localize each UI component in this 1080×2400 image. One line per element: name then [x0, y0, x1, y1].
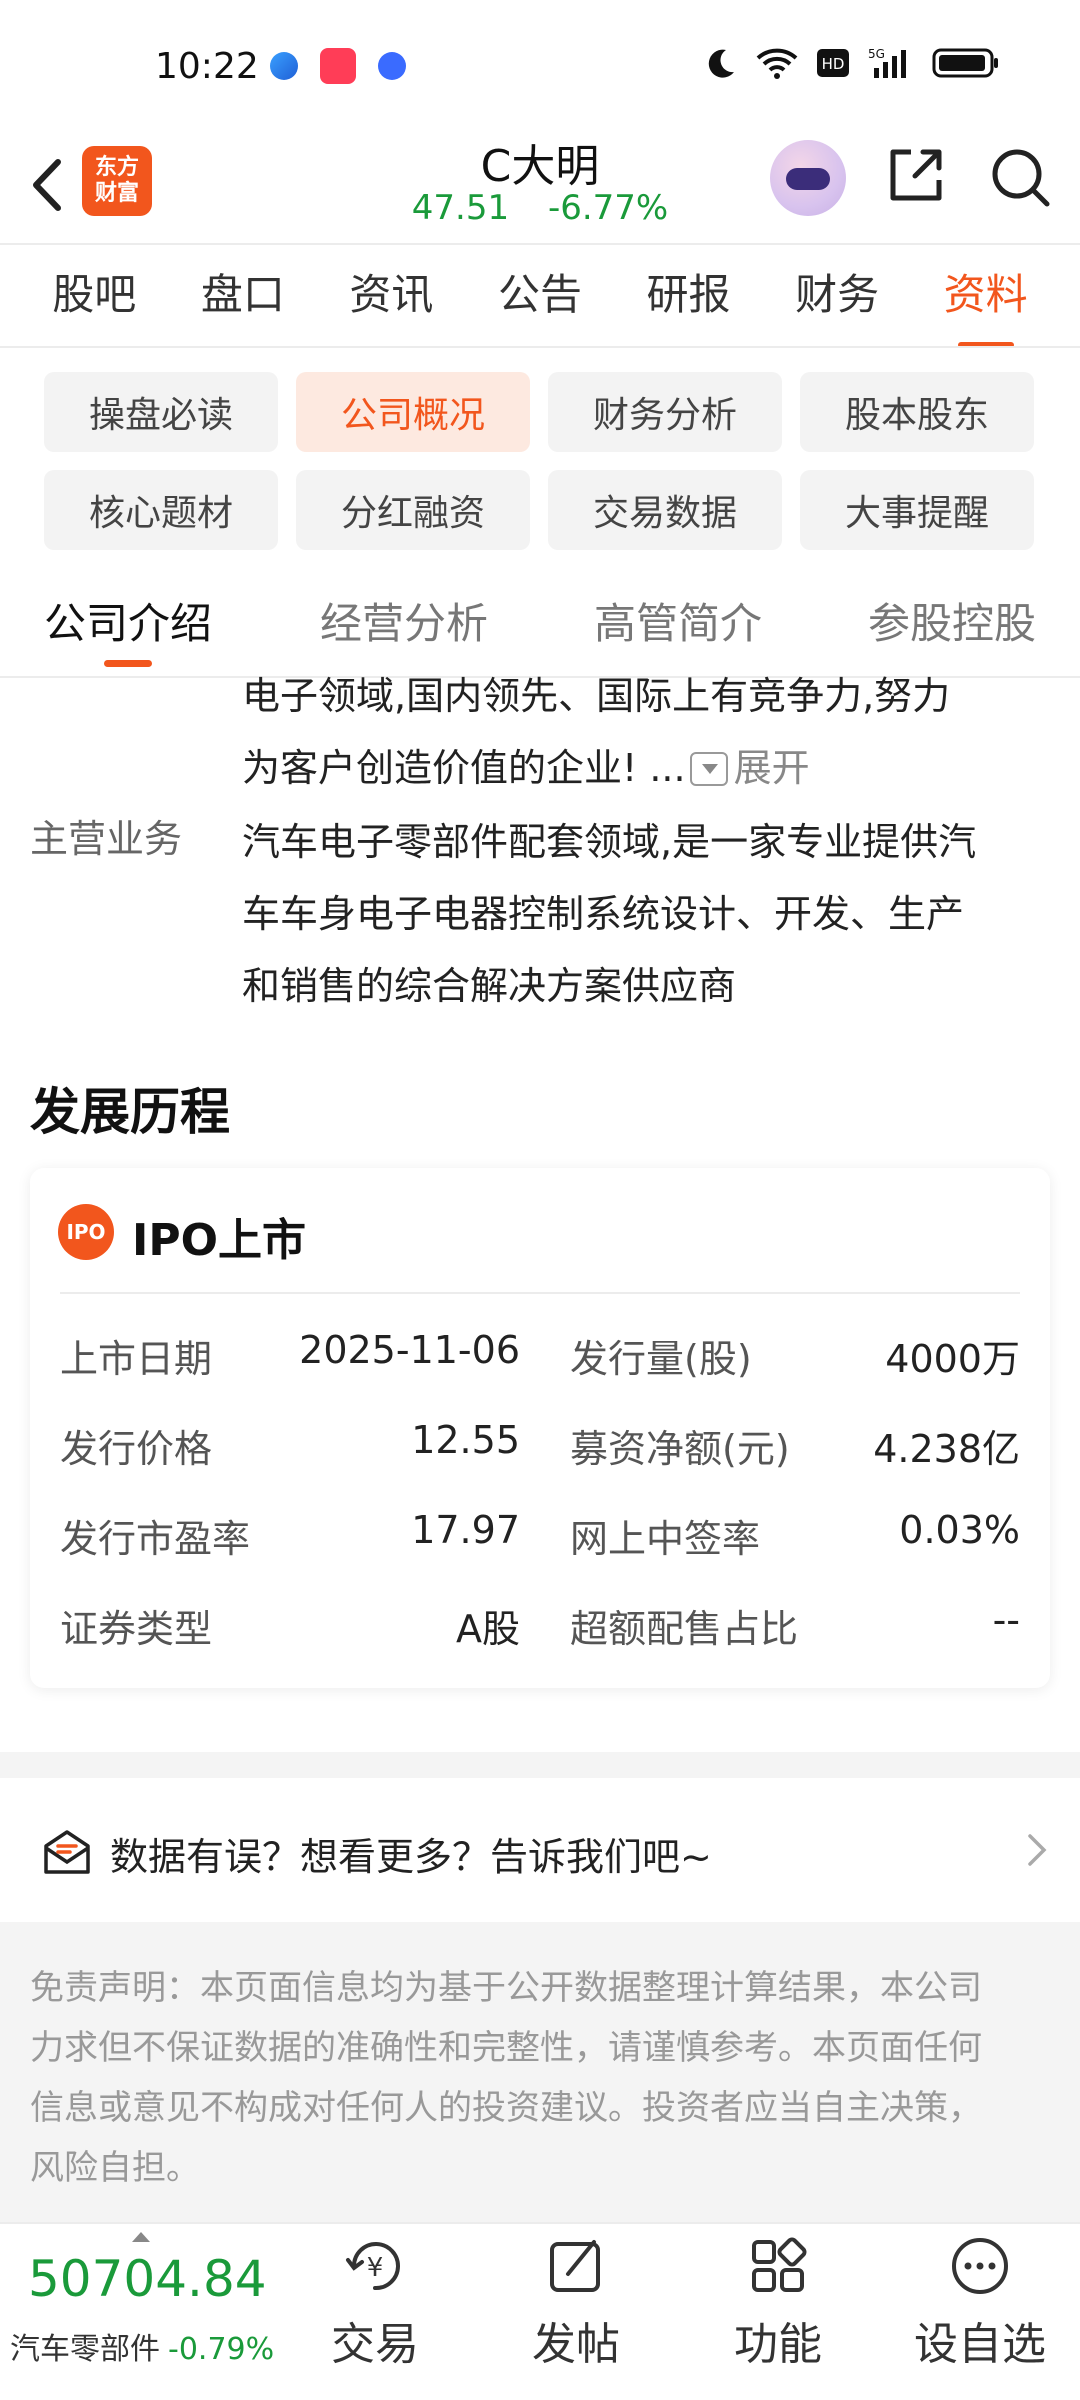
chip-core-themes[interactable]: 核心题材 [44, 470, 278, 550]
sector-index-value[interactable]: 50704.84 [28, 2250, 267, 2308]
feedback-row[interactable]: 数据有误？想看更多？告诉我们吧~ [0, 1778, 1080, 1922]
ipo-value: 4000万 [885, 1337, 1020, 1381]
post-icon [550, 2240, 600, 2292]
tab-pankou[interactable]: 盘口 [201, 261, 285, 330]
svg-text:5G: 5G [868, 47, 885, 61]
profile-category-chips: 操盘必读 公司概况 财务分析 股本股东 核心题材 分红融资 交易数据 大事提醒 [44, 372, 1036, 550]
svg-text:¥: ¥ [367, 2253, 384, 2283]
sector-name: 汽车零部件 [10, 2332, 160, 2367]
intro-text-line: 电子领域,国内领先、国际上有竞争力,努力 [242, 674, 951, 718]
chip-financial-analysis[interactable]: 财务分析 [548, 372, 782, 452]
video-app-icon [320, 48, 356, 84]
stock-header: 东方 财富 C大明 47.51 -6.77% [0, 130, 1080, 245]
expand-icon[interactable] [689, 751, 728, 786]
trade-icon: ¥ [346, 2242, 400, 2291]
ai-assistant-avatar[interactable] [770, 140, 846, 216]
chip-events[interactable]: 大事提醒 [800, 470, 1034, 550]
disclaimer: 免责声明：本页面信息均为基于公开数据整理计算结果，本公司 力求但不保证数据的准确… [0, 1922, 1080, 2222]
sector-change-pct: -0.79% [168, 2332, 275, 2367]
ipo-value: 2025-11-06 [299, 1328, 520, 1372]
grid-icon [752, 2237, 807, 2292]
ipo-value: 17.97 [411, 1508, 520, 1552]
ipo-value: A股 [456, 1607, 520, 1651]
card-divider [60, 1292, 1020, 1294]
ipo-card: IPO IPO上市 上市日期 2025-11-06 发行量(股) 4000万 发… [30, 1168, 1050, 1688]
tabs-divider [0, 346, 1080, 348]
history-title: 发展历程 [30, 1083, 230, 1141]
tab-guba[interactable]: 股吧 [52, 261, 136, 330]
stock-price: 47.51 [411, 188, 510, 228]
ipo-value: 4.238亿 [873, 1427, 1020, 1471]
nav-add-watchlist[interactable]: 设自选 [900, 2234, 1060, 2372]
nav-functions[interactable]: 功能 [698, 2234, 858, 2372]
ipo-value: -- [992, 1598, 1020, 1642]
overview-sub-tabs: 公司介绍 经营分析 高管简介 参股控股 [0, 570, 1080, 670]
bottom-bar: 50704.84 汽车零部件 -0.79% ¥ 交易 发帖 功能 设自选 [0, 2222, 1080, 2400]
subtab-executives[interactable]: 高管简介 [594, 590, 762, 651]
subtab-company-intro[interactable]: 公司介绍 [44, 590, 212, 667]
baidu-app-icon [378, 52, 406, 80]
battery-icon [932, 48, 998, 78]
share-icon[interactable] [885, 144, 947, 206]
notification-app-icon [270, 52, 298, 80]
caret-up-icon[interactable] [132, 2232, 150, 2242]
main-business-text: 和销售的综合解决方案供应商 [242, 964, 737, 1008]
main-tabs: 股吧 盘口 资讯 公告 研报 财务 资料 [0, 245, 1080, 348]
nav-post[interactable]: 发帖 [496, 2234, 656, 2372]
chip-trading-data[interactable]: 交易数据 [548, 470, 782, 550]
main-business-text: 车车身电子电器控制系统设计、开发、生产 [242, 892, 965, 936]
tab-research[interactable]: 研报 [647, 261, 731, 330]
tab-finance[interactable]: 财务 [795, 261, 879, 330]
feedback-text: 数据有误？想看更多？告诉我们吧~ [110, 1835, 712, 1879]
signal-icon: 5G [868, 47, 906, 78]
chip-company-overview[interactable]: 公司概况 [296, 372, 530, 452]
mail-feedback-icon [44, 1830, 90, 1874]
status-bar: 10:22 HD 5G [0, 0, 1080, 130]
main-business-text: 汽车电子零部件配套领域,是一家专业提供汽 [242, 820, 977, 864]
chip-dividends[interactable]: 分红融资 [296, 470, 530, 550]
chevron-right-icon [1028, 1834, 1047, 1866]
hd-icon: HD [817, 49, 849, 77]
stock-change-pct: -6.77% [547, 188, 669, 228]
intro-text-line: 为客户创造价值的企业! ... 展开 [242, 746, 810, 790]
nav-trade[interactable]: ¥ 交易 [295, 2234, 455, 2372]
chip-trading-guide[interactable]: 操盘必读 [44, 372, 278, 452]
wifi-icon [756, 48, 798, 79]
subtab-holdings[interactable]: 参股控股 [868, 590, 1036, 651]
expand-link[interactable]: 展开 [734, 746, 810, 790]
status-time: 10:22 [155, 46, 259, 87]
ipo-card-title: IPO上市 [132, 1215, 307, 1266]
moon-icon [708, 49, 734, 78]
subtab-operations[interactable]: 经营分析 [320, 590, 488, 651]
chip-shareholders[interactable]: 股本股东 [800, 372, 1034, 452]
ipo-value: 0.03% [899, 1508, 1020, 1552]
section-separator [0, 1752, 1080, 1778]
more-icon [952, 2238, 1008, 2294]
main-business-label: 主营业务 [30, 817, 183, 861]
tab-news[interactable]: 资讯 [349, 261, 433, 330]
search-icon[interactable] [987, 144, 1053, 210]
ipo-value: 12.55 [411, 1418, 520, 1462]
svg-text:HD: HD [822, 55, 845, 73]
tab-announcements[interactable]: 公告 [498, 261, 582, 330]
ipo-icon: IPO [58, 1204, 114, 1260]
tab-profile[interactable]: 资料 [944, 261, 1028, 348]
sector-index-info[interactable]: 汽车零部件 -0.79% [10, 2324, 274, 2368]
ipo-field: 发行量(股) [570, 1337, 752, 1381]
